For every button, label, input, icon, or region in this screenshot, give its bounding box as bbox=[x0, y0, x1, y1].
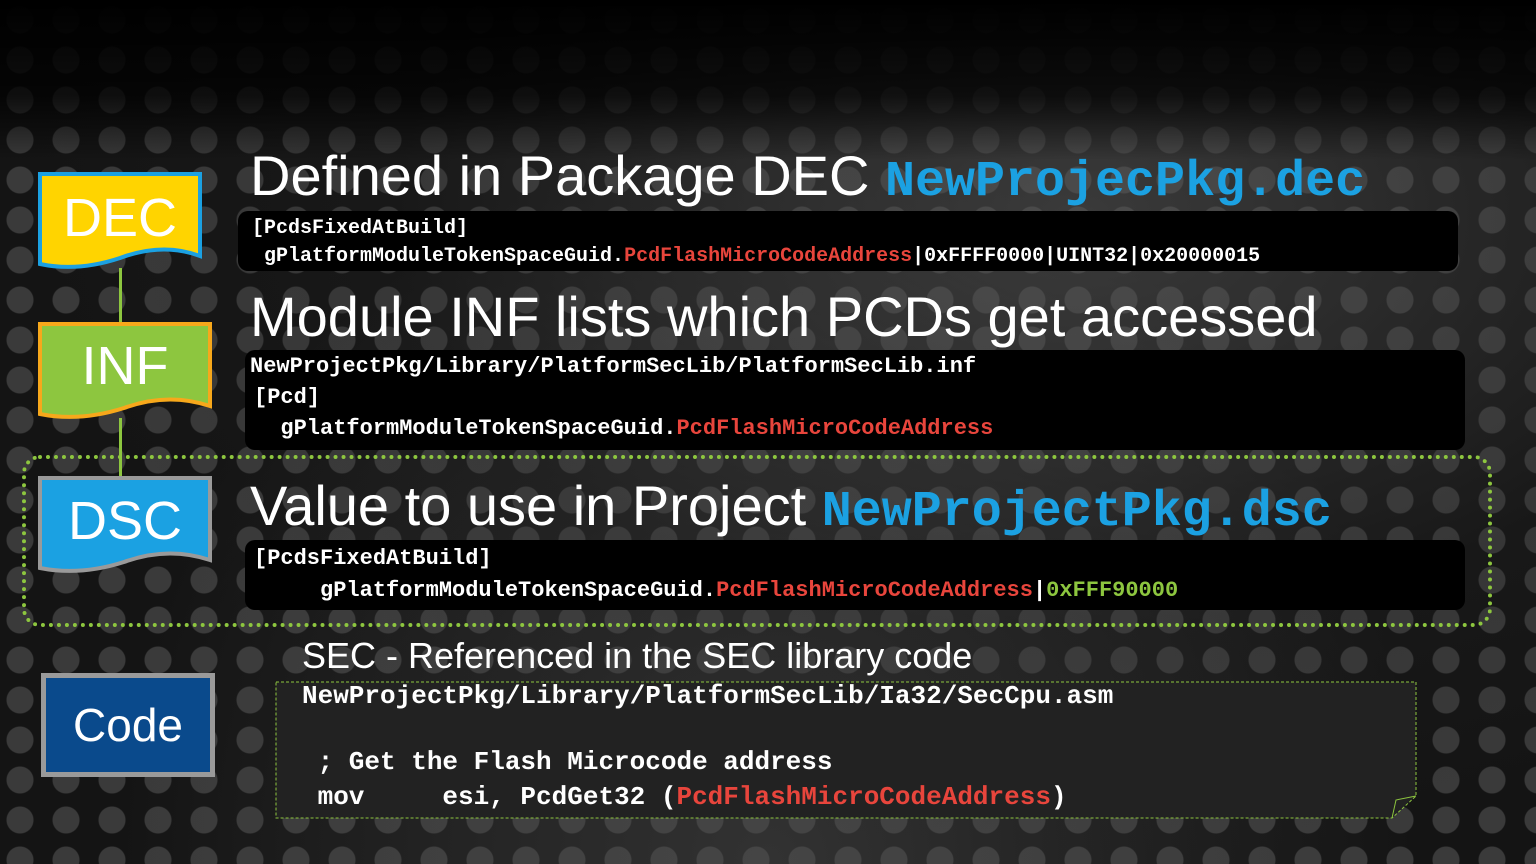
code-instruction: mov esi, PcdGet32 ( bbox=[302, 782, 677, 812]
code-instruction-close: ) bbox=[1050, 782, 1067, 812]
inf-pcd-name: PcdFlashMicroCodeAddress bbox=[676, 416, 994, 441]
dec-guid: gPlatformModuleTokenSpaceGuid. bbox=[252, 245, 625, 268]
dsc-code-line-1: [PcdsFixedAtBuild] bbox=[254, 546, 492, 571]
dsc-file-name: NewProjectPkg.dsc bbox=[821, 484, 1332, 541]
inf-code-line-2: [Pcd] bbox=[254, 385, 321, 410]
dec-code-line-1: [PcdsFixedAtBuild] bbox=[252, 217, 469, 240]
code-instruction-line: mov esi, PcdGet32 (PcdFlashMicroCodeAddr… bbox=[302, 781, 1067, 813]
dec-tag-label: DEC bbox=[62, 188, 177, 248]
dsc-separator: | bbox=[1032, 578, 1047, 603]
dsc-guid: gPlatformModuleTokenSpaceGuid. bbox=[254, 578, 717, 603]
background-fade bbox=[0, 0, 1536, 160]
inf-guid: gPlatformModuleTokenSpaceGuid. bbox=[254, 416, 677, 441]
dsc-heading-text: Value to use in Project bbox=[250, 474, 822, 537]
dsc-heading: Value to use in Project NewProjectPkg.ds… bbox=[250, 470, 1332, 549]
dec-code-line-2: gPlatformModuleTokenSpaceGuid.PcdFlashMi… bbox=[252, 245, 1260, 269]
inf-tag-label: INF bbox=[81, 336, 169, 396]
dec-heading-text: Defined in Package DEC bbox=[250, 144, 886, 207]
inf-code-line-3: gPlatformModuleTokenSpaceGuid.PcdFlashMi… bbox=[254, 415, 993, 443]
dsc-pcd-value: 0xFFF90000 bbox=[1046, 578, 1179, 603]
code-comment-line: ; Get the Flash Microcode address bbox=[302, 747, 833, 777]
dec-pcd-attributes: |0xFFFF0000|UINT32|0x20000015 bbox=[912, 245, 1261, 268]
dsc-tag-label: DSC bbox=[67, 491, 182, 551]
code-tag-label: Code bbox=[73, 699, 183, 751]
dsc-pcd-name: PcdFlashMicroCodeAddress bbox=[716, 578, 1033, 603]
code-heading: SEC - Referenced in the SEC library code bbox=[302, 635, 973, 676]
dec-file-name: NewProjecPkg.dec bbox=[885, 154, 1366, 211]
inf-code-line-1: NewProjectPkg/Library/PlatformSecLib/Pla… bbox=[250, 354, 977, 379]
dec-pcd-name: PcdFlashMicroCodeAddress bbox=[624, 245, 913, 268]
dsc-code-line-2: gPlatformModuleTokenSpaceGuid.PcdFlashMi… bbox=[254, 577, 1178, 605]
inf-heading: Module INF lists which PCDs get accessed bbox=[250, 285, 1318, 348]
dec-heading: Defined in Package DEC NewProjecPkg.dec bbox=[250, 140, 1365, 219]
code-path-line: NewProjectPkg/Library/PlatformSecLib/Ia3… bbox=[302, 681, 1114, 711]
code-pcd-name: PcdFlashMicroCodeAddress bbox=[676, 782, 1051, 812]
